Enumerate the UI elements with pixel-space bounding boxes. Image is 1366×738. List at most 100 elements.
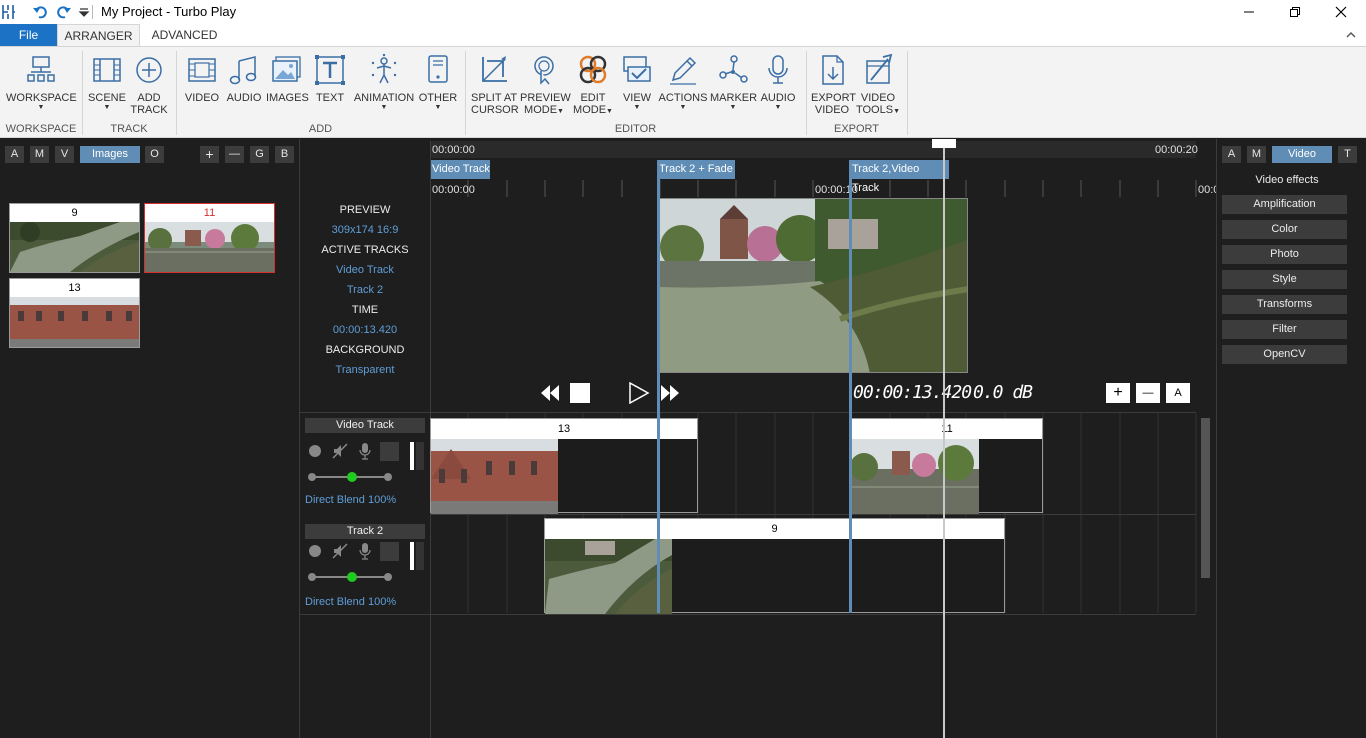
split-at-cursor-button[interactable]: SPLIT AT CURSOR xyxy=(471,53,519,116)
track-name[interactable]: Track 2 xyxy=(305,524,425,539)
zoom-auto-button[interactable]: A xyxy=(1166,383,1190,403)
record-icon[interactable] xyxy=(308,544,322,558)
level-meter xyxy=(410,542,414,570)
timeline-vertical-scrollbar[interactable] xyxy=(1201,418,1210,578)
filter-video-button[interactable]: V xyxy=(55,146,74,163)
tab-arranger[interactable]: ARRANGER xyxy=(57,24,140,46)
tab-text-effects[interactable]: T xyxy=(1338,146,1357,163)
active-track-video[interactable]: Video Track xyxy=(300,260,430,280)
track-color-swatch[interactable] xyxy=(380,542,399,561)
workspace-button[interactable]: WORKSPACE ▼ xyxy=(6,53,77,112)
audio-icon xyxy=(229,56,257,85)
effect-filter[interactable]: Filter xyxy=(1222,320,1347,339)
add-text-button[interactable]: TEXT xyxy=(312,53,348,104)
remove-media-button[interactable]: — xyxy=(225,146,244,163)
video-tools-button[interactable]: VIDEO TOOLS▼ xyxy=(855,53,901,118)
effect-color[interactable]: Color xyxy=(1222,220,1347,239)
volume-slider[interactable] xyxy=(308,470,392,484)
transition-header-track2-video[interactable]: Track 2,Video Track xyxy=(850,160,949,194)
preview-mode-button[interactable]: PREVIEW MODE▼ xyxy=(520,53,571,118)
preview-resolution[interactable]: 309x174 16:9 xyxy=(300,220,430,240)
effect-opencv[interactable]: OpenCV xyxy=(1222,345,1347,364)
grid-view-button[interactable]: G xyxy=(250,146,269,163)
customize-quick-access-icon[interactable] xyxy=(75,3,93,21)
tab-file[interactable]: File xyxy=(0,24,57,46)
microphone-icon[interactable] xyxy=(358,542,372,560)
active-track-2[interactable]: Track 2 xyxy=(300,280,430,300)
actions-button[interactable]: ACTIONS ▼ xyxy=(658,53,708,112)
transition-header-track2-fade[interactable]: Track 2 + Fade xyxy=(657,160,735,179)
filter-music-button[interactable]: M xyxy=(30,146,49,163)
edit-mode-label-1: EDIT xyxy=(580,92,606,104)
filter-images-button[interactable]: Images xyxy=(80,146,140,163)
effect-amplification[interactable]: Amplification xyxy=(1222,195,1347,214)
castle-pond-thumbnail xyxy=(852,439,979,514)
scene-button[interactable]: SCENE ▼ xyxy=(88,53,126,112)
clip-11[interactable]: 11 xyxy=(851,418,1043,514)
workspace-label: WORKSPACE xyxy=(6,92,77,104)
fast-forward-icon[interactable] xyxy=(660,384,680,402)
playhead[interactable] xyxy=(943,148,945,738)
add-video-button[interactable]: VIDEO xyxy=(183,53,221,104)
effect-transforms[interactable]: Transforms xyxy=(1222,295,1347,314)
clip-9[interactable]: 9 xyxy=(544,518,1005,614)
edit-mode-label-2-wrap: MODE▼ xyxy=(570,104,616,118)
timeline-overview-ruler[interactable] xyxy=(430,141,1196,158)
big-view-button[interactable]: B xyxy=(275,146,294,163)
zoom-out-button[interactable]: — xyxy=(1136,383,1160,403)
filter-other-button[interactable]: O xyxy=(145,146,164,163)
redo-icon[interactable] xyxy=(54,3,72,21)
overview-scroll-handle[interactable] xyxy=(932,139,956,148)
export-video-icon xyxy=(822,55,844,85)
filter-audio-button[interactable]: A xyxy=(5,146,24,163)
microphone-icon[interactable] xyxy=(358,442,372,460)
animation-button[interactable]: ANIMATION ▼ xyxy=(352,53,416,112)
video-preview[interactable] xyxy=(659,198,968,373)
media-item-9[interactable]: 9 xyxy=(9,203,140,273)
media-item-label: 11 xyxy=(203,207,216,219)
minimize-button[interactable] xyxy=(1226,0,1272,24)
blend-mode[interactable]: Direct Blend 100% xyxy=(305,494,396,506)
add-images-button[interactable]: IMAGES xyxy=(266,53,309,104)
animation-label: ANIMATION xyxy=(353,92,415,104)
tab-video-effects[interactable]: Video xyxy=(1272,146,1332,163)
close-button[interactable] xyxy=(1318,0,1364,24)
other-icon xyxy=(428,55,448,83)
export-video-button[interactable]: EXPORT VIDEO xyxy=(811,53,856,116)
mute-icon[interactable] xyxy=(332,443,348,459)
media-item-13[interactable]: 13 xyxy=(9,278,140,348)
edit-mode-button[interactable]: EDIT MODE▼ xyxy=(570,53,616,118)
media-item-11[interactable]: 11 xyxy=(144,203,275,273)
restore-button[interactable] xyxy=(1272,0,1318,24)
stop-button[interactable] xyxy=(570,383,590,403)
undo-icon[interactable] xyxy=(32,3,50,21)
effect-photo[interactable]: Photo xyxy=(1222,245,1347,264)
volume-slider[interactable] xyxy=(308,570,392,584)
record-icon[interactable] xyxy=(308,444,322,458)
other-button[interactable]: OTHER ▼ xyxy=(418,53,458,112)
marker-line-fade[interactable] xyxy=(657,160,660,613)
marker-button[interactable]: MARKER ▼ xyxy=(710,53,757,112)
tab-music-effects[interactable]: M xyxy=(1247,146,1266,163)
marker-line-track2[interactable] xyxy=(849,160,852,613)
add-audio-button[interactable]: AUDIO xyxy=(225,53,263,104)
chevron-up-icon[interactable] xyxy=(1344,28,1358,42)
track-name[interactable]: Video Track xyxy=(305,418,425,433)
transition-header-video-track[interactable]: Video Track xyxy=(430,160,490,179)
play-icon[interactable] xyxy=(628,382,650,404)
tab-advanced[interactable]: ADVANCED xyxy=(142,24,227,46)
effect-style[interactable]: Style xyxy=(1222,270,1347,289)
tab-audio-effects[interactable]: A xyxy=(1222,146,1241,163)
add-media-button[interactable]: + xyxy=(200,146,219,163)
time-value[interactable]: 00:00:13.420 xyxy=(300,320,430,340)
audio-mode-button[interactable]: AUDIO ▼ xyxy=(758,53,798,112)
add-track-button[interactable]: ADD TRACK xyxy=(130,53,168,116)
rewind-icon[interactable] xyxy=(540,384,560,402)
background-value[interactable]: Transparent xyxy=(300,360,430,380)
blend-mode[interactable]: Direct Blend 100% xyxy=(305,596,396,608)
dropdown-arrow-icon: ▼ xyxy=(774,104,782,111)
track-color-swatch[interactable] xyxy=(380,442,399,461)
view-button[interactable]: VIEW ▼ xyxy=(619,53,655,112)
mute-icon[interactable] xyxy=(332,543,348,559)
zoom-in-button[interactable]: + xyxy=(1106,383,1130,403)
